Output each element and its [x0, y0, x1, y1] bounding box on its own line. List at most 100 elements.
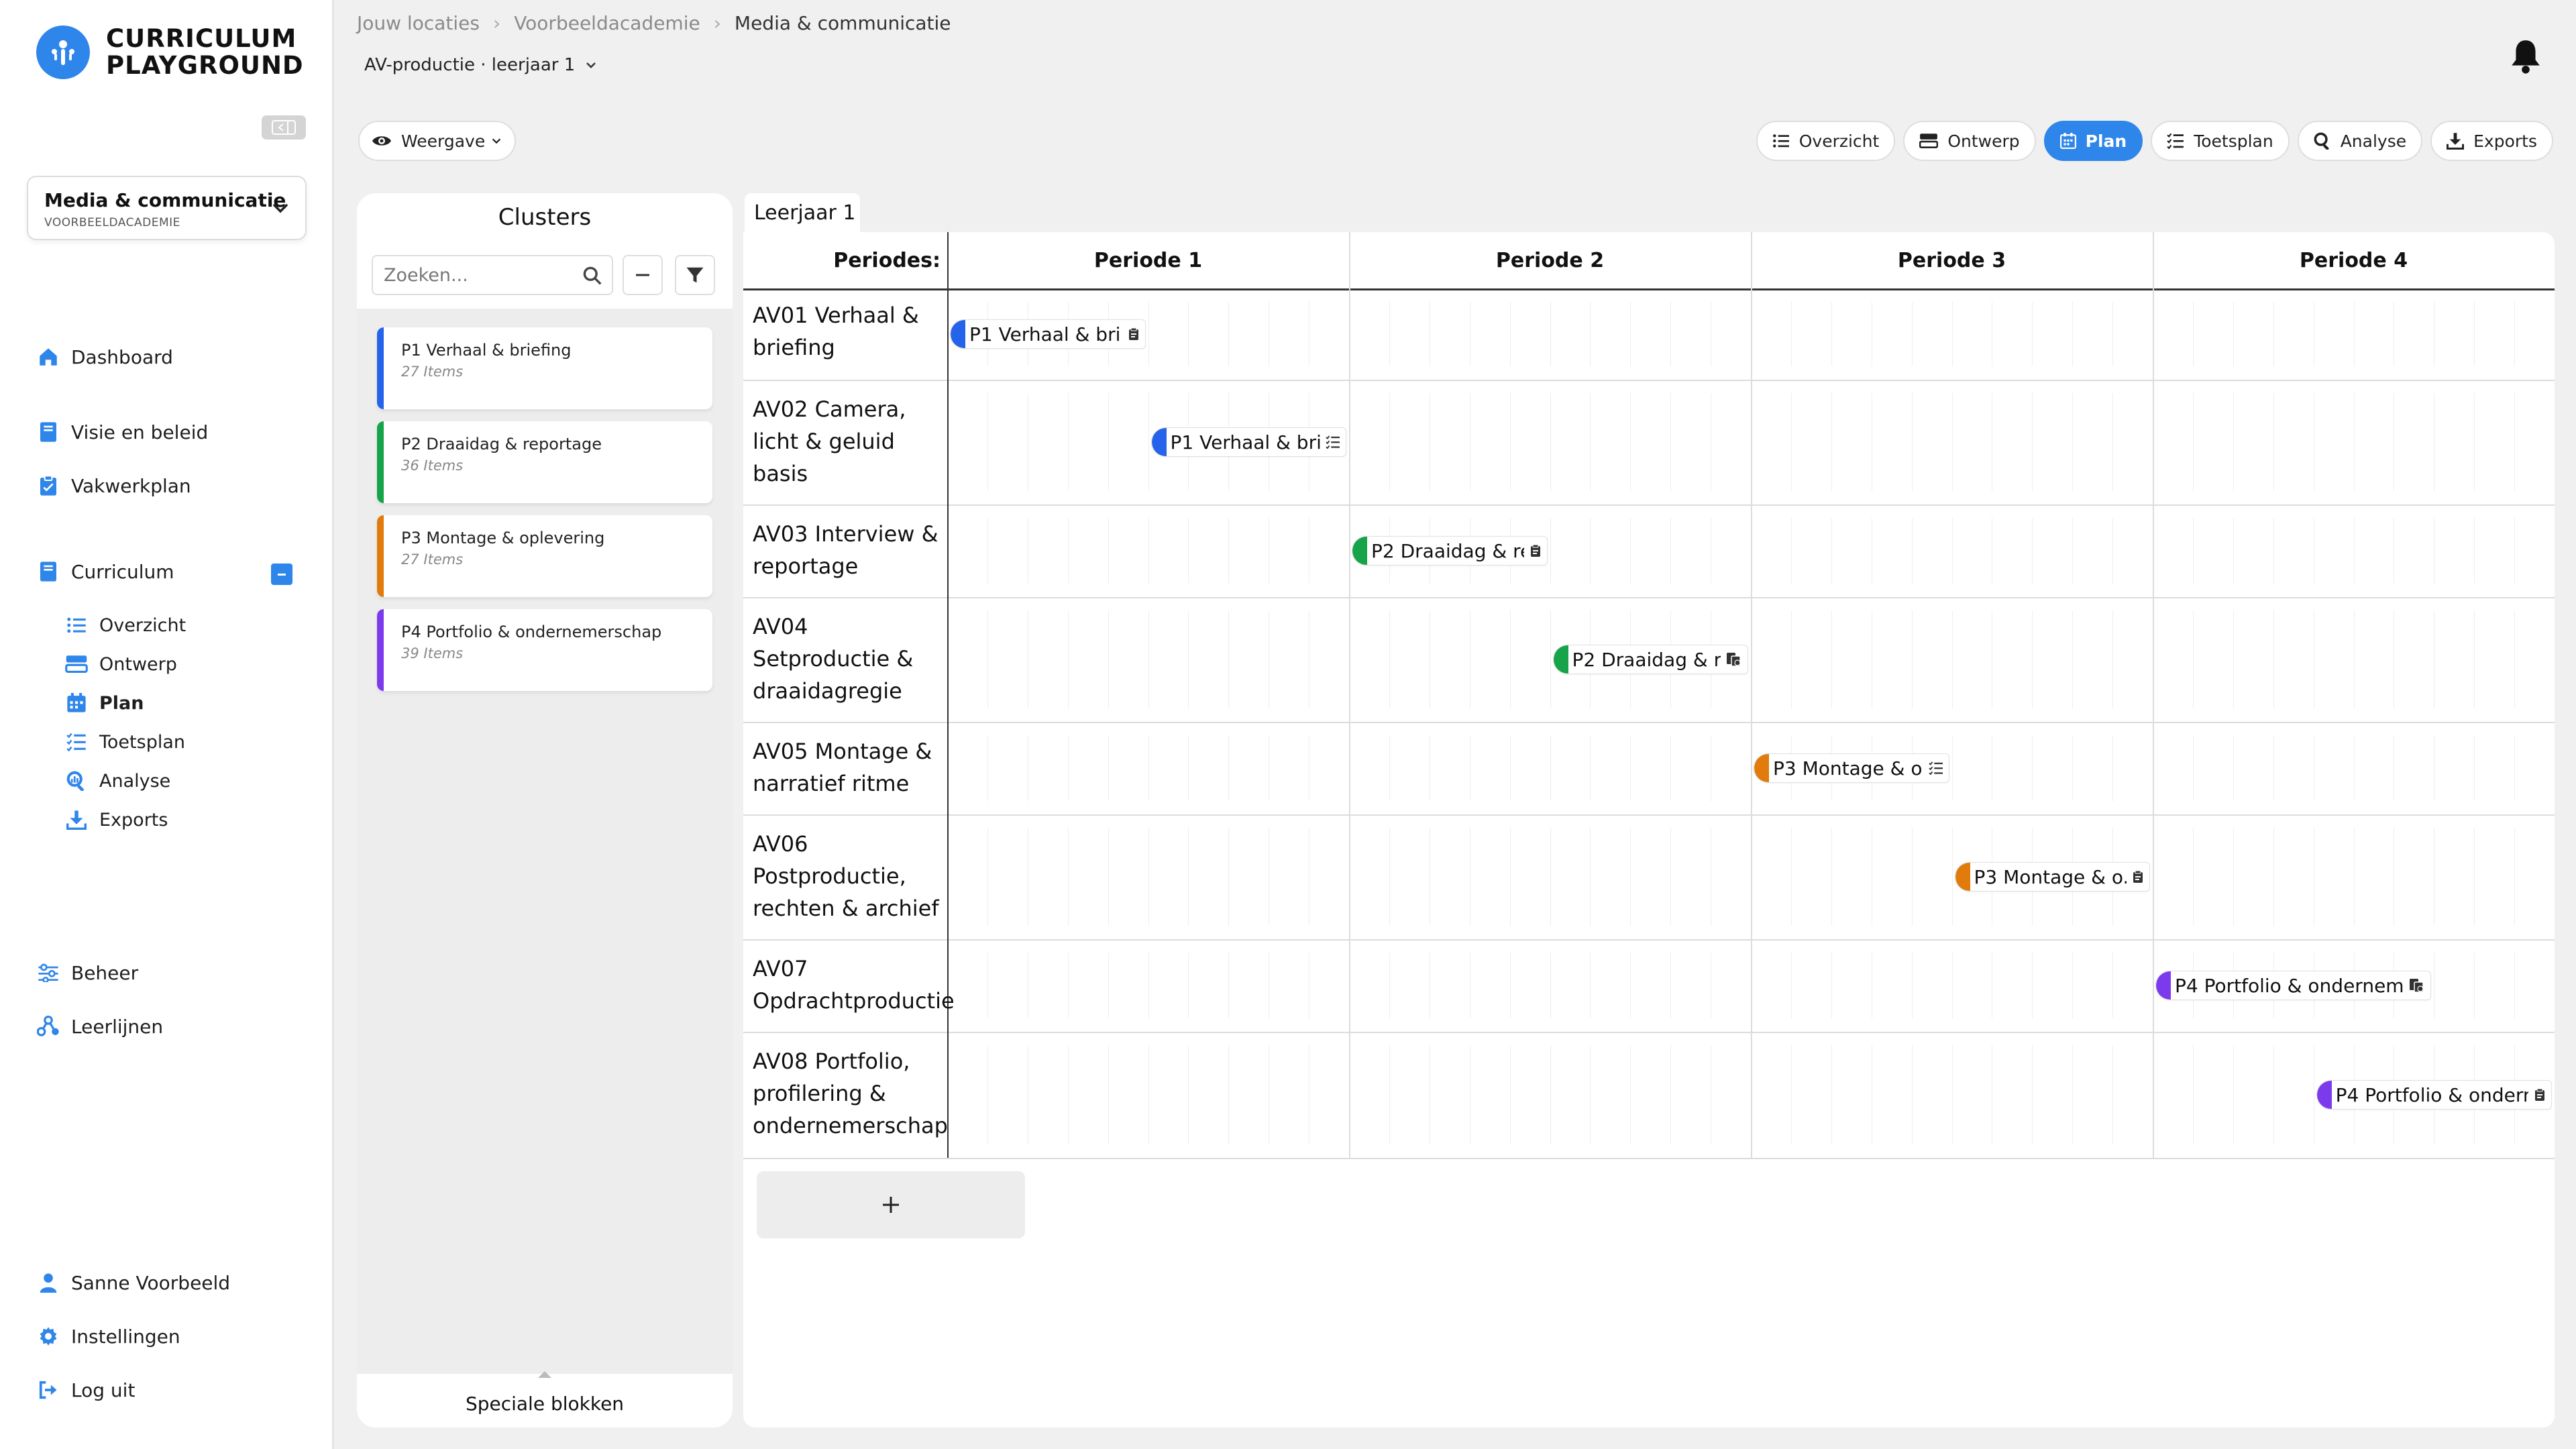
school-name: Media & communicatie: [44, 189, 286, 211]
week-tick: [1228, 302, 1230, 366]
plan-block-chip[interactable]: P2 Draaidag & re...: [1352, 536, 1548, 566]
week-tick: [2233, 518, 2234, 584]
plan-block-chip[interactable]: P4 Portfolio & onderneme...: [2155, 971, 2432, 1000]
cluster-color-dot: [951, 320, 965, 348]
week-tick: [1911, 1045, 1913, 1144]
search-icon[interactable]: [582, 266, 602, 286]
nav-log-uit[interactable]: Log uit: [36, 1378, 135, 1402]
week-tick: [1790, 1045, 1792, 1144]
cluster-count: 27 Items: [401, 364, 464, 380]
files-icon: [1726, 652, 1742, 667]
collapse-sidebar-button[interactable]: [262, 115, 306, 140]
nav-vakwerkplan[interactable]: Vakwerkplan: [36, 474, 191, 498]
cluster-color-dot: [1151, 428, 1167, 456]
week-tick: [2032, 302, 2033, 366]
week-tick: [1389, 828, 1390, 926]
week-tick: [2514, 302, 2516, 366]
nav-ontwerp[interactable]: Ontwerp: [64, 652, 177, 676]
app-logo[interactable]: CURRICULUM PLAYGROUND: [36, 25, 304, 79]
week-tick: [1509, 828, 1511, 926]
week-tick: [1509, 1045, 1511, 1144]
breadcrumb-item[interactable]: Jouw locaties: [357, 12, 480, 34]
nav-analyse[interactable]: Analyse: [64, 769, 170, 793]
week-tick: [1550, 1045, 1551, 1144]
plan-block-chip[interactable]: P1 Verhaal & bri...: [950, 319, 1146, 349]
clipboard-icon: [2534, 1088, 2546, 1102]
add-row-button[interactable]: [757, 1171, 1025, 1238]
week-tick: [1550, 518, 1551, 584]
notifications-bell-icon[interactable]: [2509, 38, 2542, 74]
week-tick: [1630, 953, 1631, 1018]
nav-dashboard[interactable]: Dashboard: [36, 345, 173, 369]
week-tick: [1670, 302, 1672, 366]
week-tick: [1228, 735, 1230, 801]
nav-instellingen[interactable]: Instellingen: [36, 1324, 180, 1348]
year-tab[interactable]: Leerjaar 1: [745, 193, 860, 233]
year-selector[interactable]: AV-productie · leerjaar 1: [364, 55, 598, 75]
nav-overzicht[interactable]: Overzicht: [64, 613, 186, 637]
week-tick: [2112, 518, 2114, 584]
week-tick: [2273, 610, 2274, 708]
nav-curriculum[interactable]: Curriculum: [36, 559, 174, 584]
week-tick: [987, 393, 988, 491]
plan-block-chip[interactable]: P1 Verhaal & bri...: [1150, 427, 1346, 457]
nav-beheer[interactable]: Beheer: [36, 961, 138, 985]
nav-leerlijnen[interactable]: Leerlijnen: [36, 1014, 163, 1038]
week-tick: [1108, 393, 1109, 491]
sliders-icon: [36, 961, 60, 985]
collapse-all-button[interactable]: [623, 255, 663, 295]
nav-toetsplan[interactable]: Toetsplan: [64, 730, 185, 754]
row-label: AV04 Setproductie & draaidagregie: [753, 614, 914, 704]
tab-exports[interactable]: Exports: [2430, 121, 2553, 161]
week-tick: [2273, 518, 2274, 584]
week-tick: [2032, 610, 2033, 708]
week-tick: [1067, 953, 1069, 1018]
week-tick: [2514, 393, 2516, 491]
tab-analyse[interactable]: Analyse: [2297, 121, 2423, 161]
cluster-color-dot: [1553, 645, 1568, 674]
chevron-up-icon: [538, 1371, 551, 1378]
special-blocks-toggle[interactable]: Speciale blokken: [357, 1371, 733, 1428]
cluster-card[interactable]: P2 Draaidag & reportage 36 Items: [377, 421, 712, 503]
clipboard-icon: [2132, 870, 2144, 883]
week-tick: [1630, 393, 1631, 491]
week-tick: [1831, 953, 1832, 1018]
cluster-card[interactable]: P1 Verhaal & briefing 27 Items: [377, 327, 712, 409]
plan-block-chip[interactable]: P3 Montage & o...: [1754, 753, 1949, 783]
week-tick: [1790, 610, 1792, 708]
breadcrumb-item[interactable]: Voorbeeldacademie: [514, 12, 700, 34]
plan-block-chip[interactable]: P4 Portfolio & ondern...: [2316, 1080, 2552, 1110]
filter-button[interactable]: [675, 255, 715, 295]
tab-toetsplan[interactable]: Toetsplan: [2151, 121, 2290, 161]
label-column-divider: [947, 232, 949, 1158]
clipboard-icon: [1128, 327, 1140, 341]
nav-user-profile[interactable]: Sanne Voorbeeld: [36, 1271, 230, 1295]
cluster-card[interactable]: P3 Montage & oplevering 27 Items: [377, 515, 712, 597]
nav-visie-en-beleid[interactable]: Visie en beleid: [36, 420, 208, 444]
cluster-card[interactable]: P4 Portfolio & ondernemerschap 39 Items: [377, 609, 712, 691]
week-tick: [1630, 1045, 1631, 1144]
collapse-curriculum-button[interactable]: [271, 564, 292, 585]
week-tick: [1148, 1045, 1149, 1144]
plan-block-label: P2 Draaidag & r...: [1572, 648, 1721, 671]
week-tick: [1108, 610, 1109, 708]
clipboard-icon: [1529, 544, 1542, 557]
cluster-search-input[interactable]: [384, 256, 578, 294]
periods-label: Periodes:: [833, 248, 941, 272]
week-tick: [2474, 828, 2475, 926]
nav-plan[interactable]: Plan: [64, 691, 144, 715]
tab-ontwerp[interactable]: Ontwerp: [1903, 121, 2036, 161]
week-tick: [2233, 393, 2234, 491]
school-selector[interactable]: Media & communicatie VOORBEELDACADEMIE: [27, 176, 307, 240]
view-options-button[interactable]: Weergave: [358, 121, 517, 161]
cluster-search: [372, 255, 613, 295]
period-header: Periode 2: [1495, 248, 1605, 272]
plan-block-chip[interactable]: P3 Montage & o...: [1954, 862, 2150, 892]
cluster-name: P2 Draaidag & reportage: [401, 435, 602, 453]
week-tick: [1067, 828, 1069, 926]
plan-block-chip[interactable]: P2 Draaidag & r...: [1552, 645, 1748, 674]
tab-plan[interactable]: Plan: [2043, 121, 2143, 161]
list-icon: [64, 613, 89, 637]
tab-overzicht[interactable]: Overzicht: [1756, 121, 1896, 161]
nav-exports[interactable]: Exports: [64, 808, 168, 832]
